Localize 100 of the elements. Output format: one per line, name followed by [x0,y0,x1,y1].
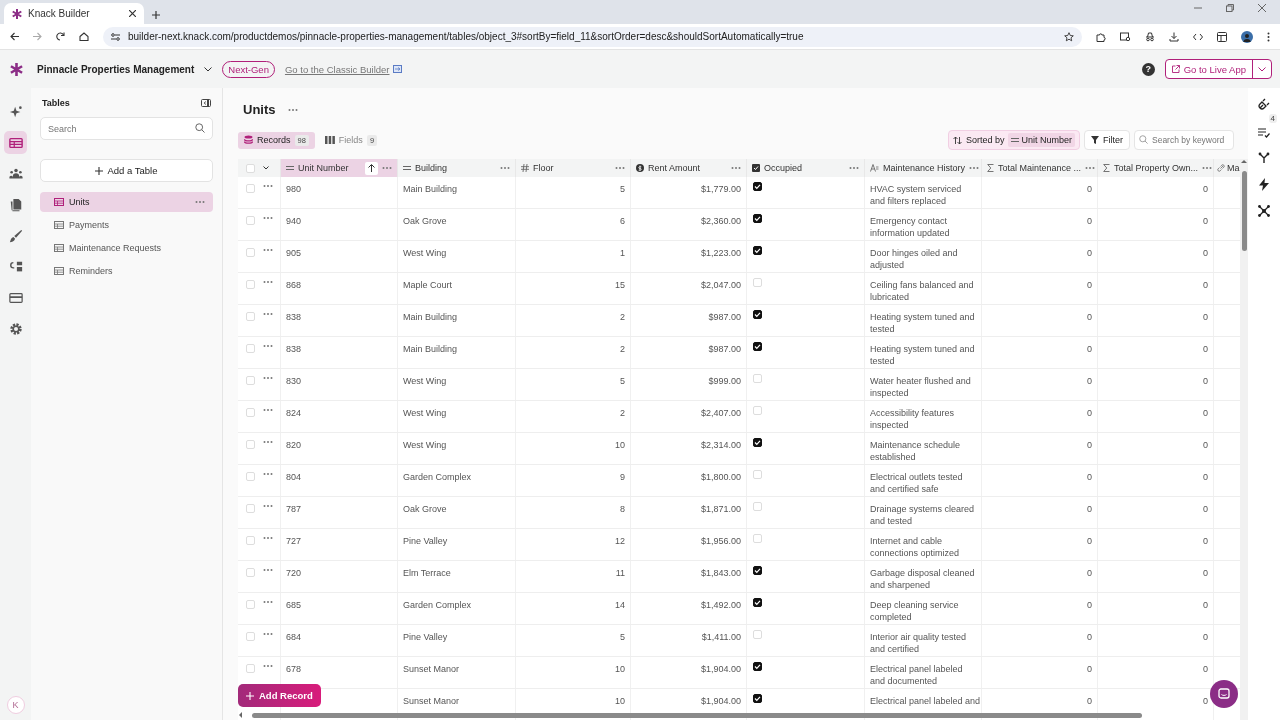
row-menu-icon[interactable] [263,440,273,444]
column-menu-icon[interactable] [1202,166,1213,170]
chevron-down-icon[interactable] [204,66,213,72]
row-menu-icon[interactable] [263,248,273,252]
add-table-button[interactable]: Add a Table [40,159,213,182]
column-menu-icon[interactable] [615,166,625,170]
column-header[interactable]: Maintenance History [865,159,982,177]
row-menu-icon[interactable] [263,216,273,220]
menu-icon[interactable] [1267,31,1270,42]
row-checkbox[interactable] [246,568,255,577]
row-checkbox[interactable] [246,664,255,673]
more-icon[interactable] [287,107,298,112]
occupied-checkbox[interactable] [753,662,762,671]
forward-icon[interactable] [33,32,42,41]
network-icon[interactable] [1258,205,1270,217]
star-icon[interactable] [1064,31,1074,42]
row-menu-icon[interactable] [263,536,273,540]
add-record-button[interactable]: Add Record [238,684,321,707]
table-list-item[interactable]: Reminders [40,261,213,281]
site-settings-icon[interactable] [111,32,120,41]
column-header[interactable]: Occupied [747,159,865,177]
column-header[interactable]: Floor [516,159,631,177]
puzzle-icon[interactable] [1096,31,1106,42]
column-menu-icon[interactable] [500,166,510,170]
row-menu-icon[interactable] [263,376,273,380]
row-checkbox[interactable] [246,504,255,513]
row-checkbox[interactable] [246,376,255,385]
row-checkbox[interactable] [246,440,255,449]
reload-icon[interactable] [56,32,65,41]
table-nav-icon[interactable] [4,131,27,154]
scroll-up-icon[interactable] [1241,159,1247,163]
restore-icon[interactable] [1226,4,1234,12]
table-list-item[interactable]: Units [40,192,213,212]
classic-builder-link[interactable]: Go to the Classic Builder [284,63,390,75]
row-menu-icon[interactable] [263,312,273,316]
layout-icon[interactable] [1217,31,1227,42]
row-menu-icon[interactable] [263,184,273,188]
filter-button[interactable]: Filter [1084,130,1130,150]
search-field[interactable]: Search [40,117,213,140]
user-avatar[interactable]: K [6,696,25,714]
row-checkbox[interactable] [246,472,255,481]
column-header[interactable]: Rent Amount [631,159,747,177]
screen-search-icon[interactable] [1120,31,1131,42]
column-header[interactable]: Unit Number [281,159,398,177]
occupied-checkbox[interactable] [753,342,762,351]
row-checkbox[interactable] [246,216,255,225]
collapse-panel-icon[interactable] [201,99,211,107]
plug-icon[interactable] [1258,98,1270,110]
column-menu-icon[interactable] [382,166,392,170]
occupied-checkbox[interactable] [753,310,762,319]
row-checkbox[interactable] [246,600,255,609]
row-menu-icon[interactable] [263,632,273,636]
occupied-checkbox[interactable] [753,598,762,607]
column-menu-icon[interactable] [1085,166,1096,170]
avatar-icon[interactable] [1241,30,1253,43]
scrollbar-thumb[interactable] [252,712,1142,718]
row-menu-icon[interactable] [263,568,273,572]
close-icon[interactable] [129,10,136,17]
row-menu-icon[interactable] [263,504,273,508]
browser-tab[interactable]: Knack Builder [4,3,144,24]
incognito-icon[interactable] [1145,31,1155,42]
column-header[interactable]: Building [398,159,516,177]
column-menu-icon[interactable] [731,166,741,170]
row-checkbox[interactable] [246,408,255,417]
chevron-down-icon[interactable] [263,166,269,170]
table-list-item[interactable]: Maintenance Requests [40,238,213,258]
row-menu-icon[interactable] [263,280,273,284]
row-checkbox[interactable] [246,632,255,641]
row-menu-icon[interactable] [263,408,273,412]
row-checkbox[interactable] [246,184,255,193]
column-header[interactable]: Total Property Own... [1098,159,1214,177]
select-all-checkbox[interactable] [246,163,255,173]
lightning-icon[interactable] [1259,178,1269,191]
scroll-left-icon[interactable] [238,712,242,718]
address-bar[interactable]: builder-next.knack.com/productdemos/pinnacle-properties-management/tables/object_3#sortBy=field_11&sortOrder=desc&shouldSortAutomatically=true [103,26,1082,47]
new-tab-icon[interactable] [152,11,160,19]
back-icon[interactable] [10,32,19,41]
code-icon[interactable] [1193,32,1203,41]
row-menu-icon[interactable] [263,600,273,604]
occupied-checkbox[interactable] [753,246,762,255]
row-checkbox[interactable] [246,248,255,257]
row-checkbox[interactable] [246,280,255,289]
occupied-checkbox[interactable] [753,438,762,447]
row-checkbox[interactable] [246,312,255,321]
row-menu-icon[interactable] [263,344,273,348]
more-icon[interactable] [195,200,205,204]
column-menu-icon[interactable] [849,166,859,170]
live-app-button[interactable]: Go to Live App [1165,60,1253,78]
row-menu-icon[interactable] [263,472,273,476]
scrollbar-thumb[interactable] [1241,171,1247,251]
occupied-checkbox[interactable] [753,182,762,191]
help-icon[interactable]: ? [1141,62,1155,76]
row-checkbox[interactable] [246,344,255,353]
occupied-checkbox[interactable] [753,566,762,575]
home-icon[interactable] [79,32,89,41]
occupied-checkbox[interactable] [753,694,762,703]
occupied-checkbox[interactable] [753,214,762,223]
row-menu-icon[interactable] [263,664,273,668]
checklist-icon[interactable] [1258,128,1270,138]
table-list-item[interactable]: Payments [40,215,213,235]
